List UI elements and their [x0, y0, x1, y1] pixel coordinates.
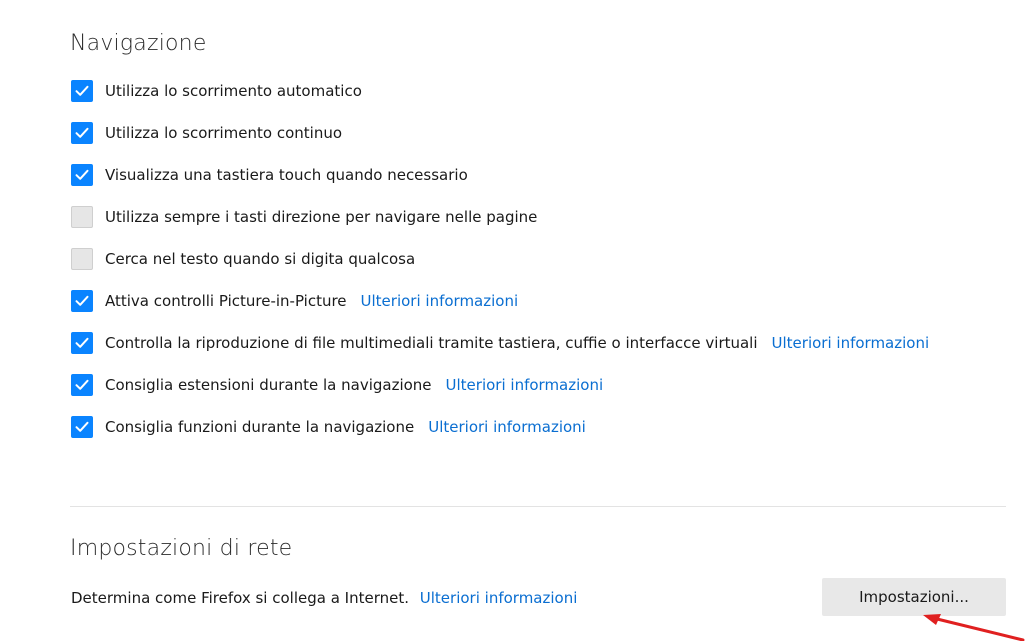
learn-more-link[interactable]: Ulteriori informazioni	[446, 376, 604, 394]
checkmark-icon	[75, 421, 89, 432]
network-settings-button[interactable]: Impostazioni...	[822, 578, 1006, 616]
option-label: Attiva controlli Picture-in-Picture	[105, 292, 347, 310]
checkbox-checked[interactable]	[71, 122, 93, 144]
checkmark-icon	[75, 85, 89, 96]
checkbox-checked[interactable]	[71, 416, 93, 438]
checkmark-icon	[75, 127, 89, 138]
network-description-row: Determina come Firefox si collega a Inte…	[71, 589, 577, 607]
checkmark-icon	[75, 169, 89, 180]
navigation-section-title: Navigazione	[70, 31, 207, 56]
option-caret-browsing[interactable]: Utilizza sempre i tasti direzione per na…	[71, 205, 551, 229]
section-divider	[70, 506, 1006, 507]
option-recommend-extensions[interactable]: Consiglia estensioni durante la navigazi…	[71, 373, 603, 397]
settings-page: Navigazione Utilizza lo scorrimento auto…	[0, 0, 1036, 641]
option-touch-keyboard[interactable]: Visualizza una tastiera touch quando nec…	[71, 163, 482, 187]
option-label: Utilizza lo scorrimento automatico	[105, 82, 362, 100]
option-auto-scroll[interactable]: Utilizza lo scorrimento automatico	[71, 79, 376, 103]
checkmark-icon	[75, 337, 89, 348]
learn-more-link[interactable]: Ulteriori informazioni	[772, 334, 930, 352]
learn-more-link[interactable]: Ulteriori informazioni	[361, 292, 519, 310]
checkbox-unchecked[interactable]	[71, 206, 93, 228]
checkmark-icon	[75, 379, 89, 390]
checkbox-checked[interactable]	[71, 80, 93, 102]
checkmark-icon	[75, 295, 89, 306]
checkbox-checked[interactable]	[71, 374, 93, 396]
option-label: Visualizza una tastiera touch quando nec…	[105, 166, 468, 184]
option-label: Controlla la riproduzione di file multim…	[105, 334, 758, 352]
network-section-title: Impostazioni di rete	[70, 536, 293, 561]
option-label: Consiglia funzioni durante la navigazion…	[105, 418, 415, 436]
option-picture-in-picture[interactable]: Attiva controlli Picture-in-Picture Ulte…	[71, 289, 518, 313]
learn-more-link[interactable]: Ulteriori informazioni	[428, 418, 586, 436]
annotation-arrow-icon	[923, 614, 1025, 641]
option-label: Utilizza sempre i tasti direzione per na…	[105, 208, 538, 226]
option-label: Consiglia estensioni durante la navigazi…	[105, 376, 432, 394]
option-media-control[interactable]: Controlla la riproduzione di file multim…	[71, 331, 929, 355]
option-search-text-when-typing[interactable]: Cerca nel testo quando si digita qualcos…	[71, 247, 429, 271]
network-description: Determina come Firefox si collega a Inte…	[71, 589, 409, 607]
checkbox-checked[interactable]	[71, 290, 93, 312]
checkbox-unchecked[interactable]	[71, 248, 93, 270]
checkbox-checked[interactable]	[71, 332, 93, 354]
option-label: Cerca nel testo quando si digita qualcos…	[105, 250, 416, 268]
option-smooth-scroll[interactable]: Utilizza lo scorrimento continuo	[71, 121, 356, 145]
option-recommend-features[interactable]: Consiglia funzioni durante la navigazion…	[71, 415, 586, 439]
network-learn-more-link[interactable]: Ulteriori informazioni	[420, 589, 578, 607]
checkbox-checked[interactable]	[71, 164, 93, 186]
option-label: Utilizza lo scorrimento continuo	[105, 124, 343, 142]
